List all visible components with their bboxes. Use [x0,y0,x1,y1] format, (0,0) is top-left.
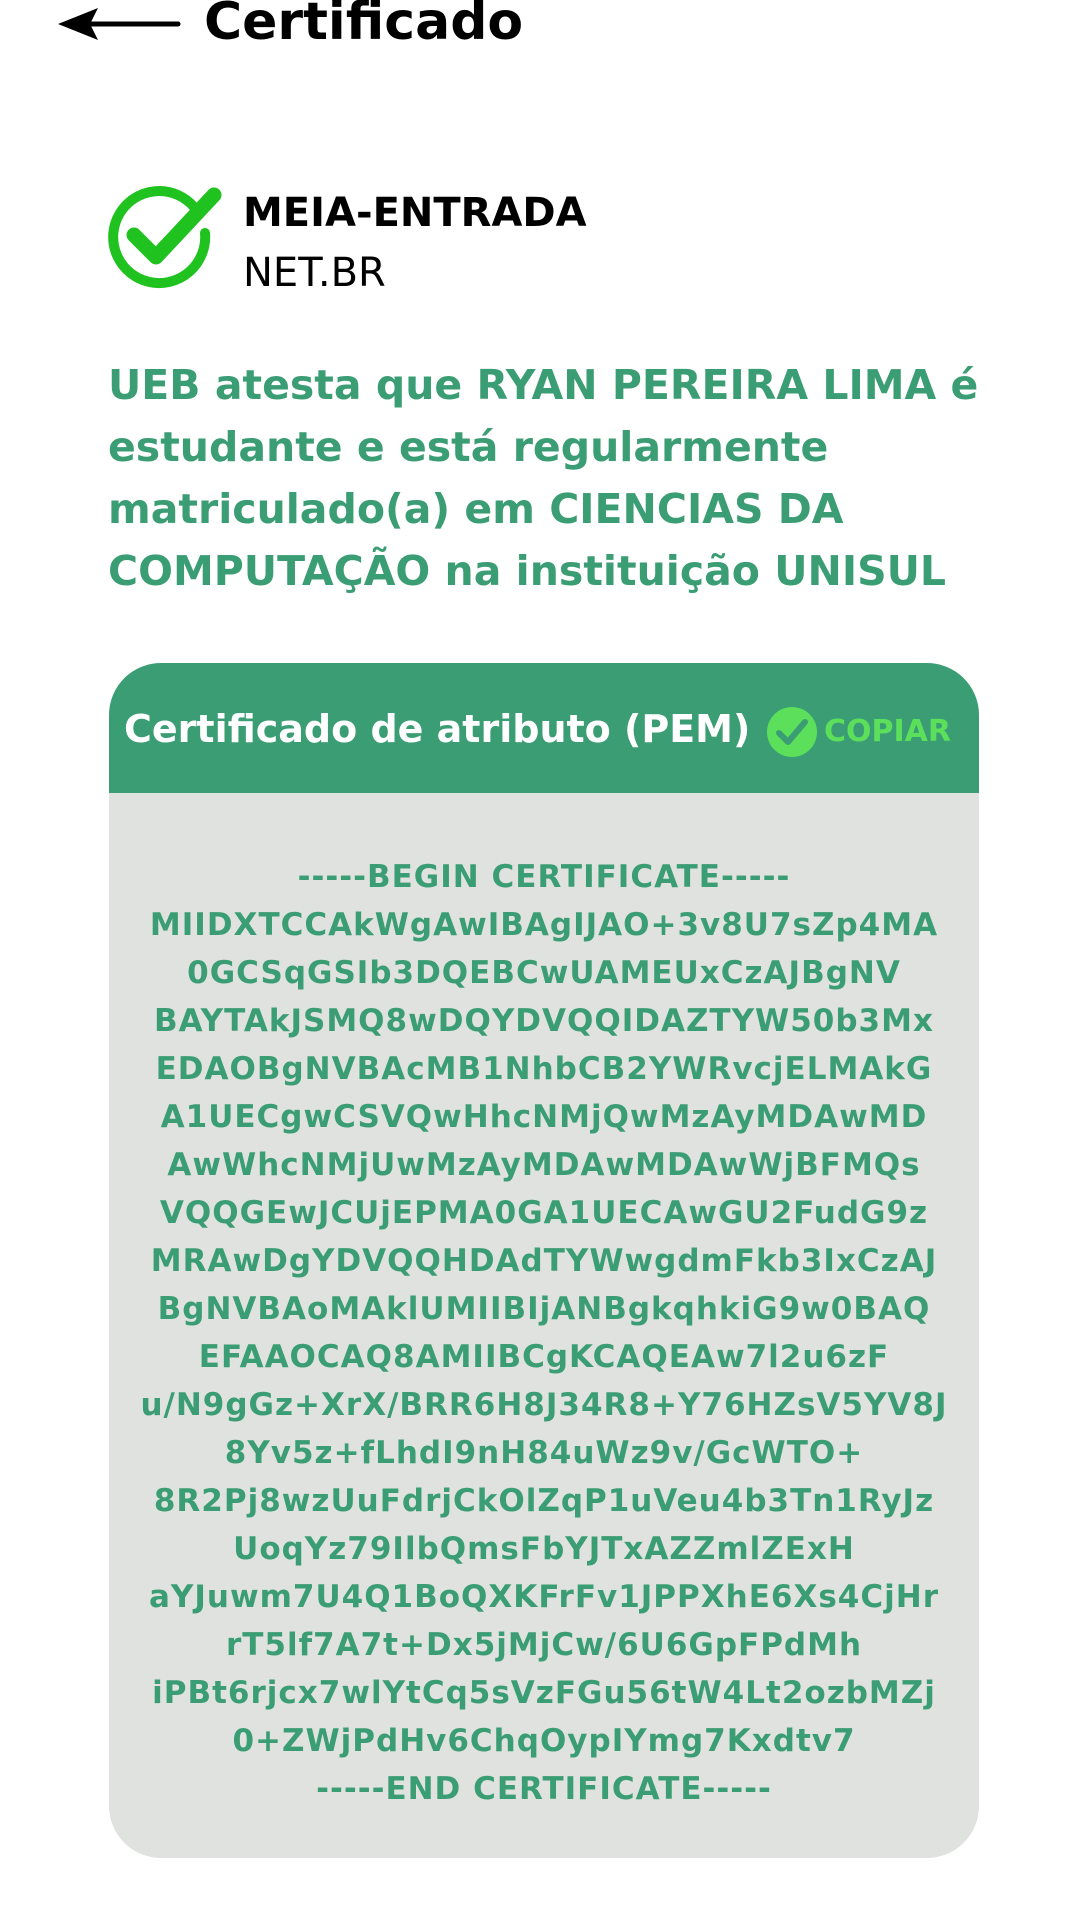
brand-name: MEIA-ENTRADA [243,190,587,236]
certificate-header: Certificado de atributo (PEM) COPIAR [109,663,979,793]
brand-logo: MEIA-ENTRADA NET.BR [108,185,608,300]
pem-line: -----BEGIN CERTIFICATE----- [297,859,791,895]
pem-line: rT5lf7A7t+Dx5jMjCw/6U6GpFPdMh [225,1627,863,1663]
pem-line: 0GCSqGSIb3DQEBCwUAMEUxCzAJBgNV [187,955,901,991]
pem-line: AwWhcNMjUwMzAyMDAwMDAwWjBFMQs [167,1147,921,1183]
certificate-title: Certificado de atributo (PEM) [124,707,751,751]
check-circle-icon [108,185,223,290]
pem-line: EDAOBgNVBAcMB1NhbCB2YWRvcjELMAkG [155,1051,933,1087]
pem-line: A1UECgwCSVQwHhcNMjQwMzAyMDAwMD [160,1099,928,1135]
copy-button[interactable]: COPIAR [766,706,966,758]
back-button[interactable] [56,4,182,44]
pem-line: u/N9gGz+XrX/BRR6H8J34R8+Y76HZsV5YV8J [140,1387,948,1423]
pem-line: -----END CERTIFICATE----- [316,1771,772,1807]
check-circle-icon [766,706,818,758]
pem-line: BgNVBAoMAklUMIIBIjANBgkqhkiG9w0BAQ [157,1291,931,1327]
page-title: Certificado [204,0,524,52]
pem-line: 8Yv5z+fLhdI9nH84uWz9v/GcWTO+ [224,1435,864,1471]
copy-label: COPIAR [824,714,951,749]
pem-line: VQQGEwJCUjEPMA0GA1UECAwGU2FudG9z [159,1195,929,1231]
pem-line: EFAAOCAQ8AMIIBCgKCAQEAw7l2u6zF [198,1339,890,1375]
pem-line: 0+ZWjPdHv6ChqOypIYmg7Kxdtv7 [232,1723,856,1759]
certificate-card: Certificado de atributo (PEM) COPIAR ---… [109,663,979,1858]
pem-line: MIIDXTCCAkWgAwIBAgIJAO+3v8U7sZp4MA [149,907,939,943]
brand-domain: NET.BR [243,250,386,296]
arrow-left-icon [56,4,182,44]
pem-line: BAYTAkJSMQ8wDQYDVQQIDAZTYW50b3Mx [154,1003,934,1039]
pem-line: aYJuwm7U4Q1BoQXKFrFv1JPPXhE6Xs4CjHr [148,1579,939,1615]
pem-line: MRAwDgYDVQQHDAdTYWwgdmFkb3IxCzAJ [150,1243,938,1279]
pem-line: iPBt6rjcx7wlYtCq5sVzFGu56tW4Lt2ozbMZj [152,1675,936,1711]
attestation-text: UEB atesta que RYAN PEREIRA LIMA é estud… [108,361,979,595]
pem-line: 8R2Pj8wzUuFdrjCkOlZqP1uVeu4b3Tn1RyJz [153,1483,935,1519]
certificate-pem-text: -----BEGIN CERTIFICATE----- MIIDXTCCAkWgA… [109,853,979,1813]
app-header: Certificado [0,0,1080,60]
pem-line: UoqYz79IlbQmsFbYJTxAZZmlZExH [233,1531,855,1567]
